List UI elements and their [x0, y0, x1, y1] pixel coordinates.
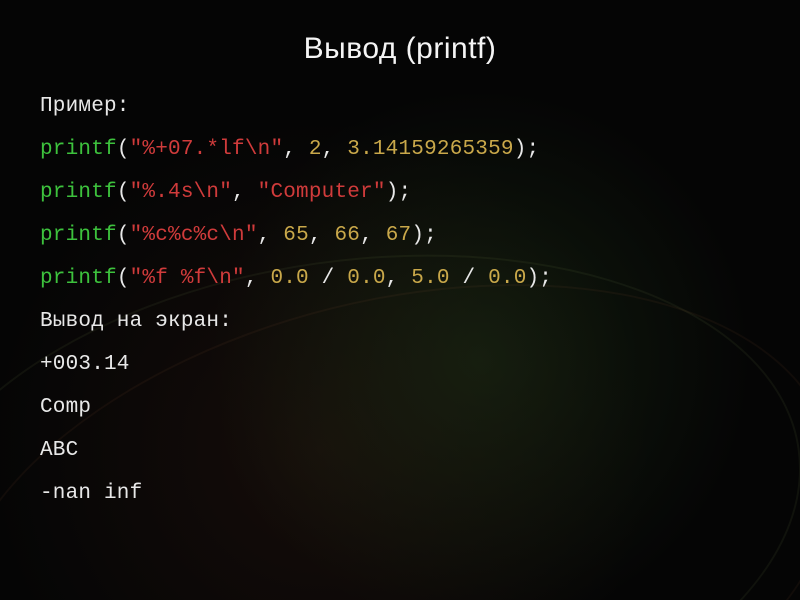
arg-string: "Computer" — [258, 181, 386, 204]
arg-number: 67 — [386, 224, 412, 247]
paren-open: ( — [117, 224, 130, 247]
arg-number: 2 — [309, 138, 322, 161]
separator: , — [232, 181, 258, 204]
separator: , — [386, 267, 412, 290]
separator: , — [258, 224, 284, 247]
separator: , — [322, 138, 348, 161]
separator: , — [283, 138, 309, 161]
operator-div: / — [450, 267, 488, 290]
arg-number: 5.0 — [411, 267, 449, 290]
paren-close: ); — [411, 224, 437, 247]
paren-open: ( — [117, 267, 130, 290]
paren-close: ); — [386, 181, 412, 204]
output-line-4: -nan inf — [40, 483, 760, 504]
fn-printf: printf — [40, 181, 117, 204]
paren-close: ); — [527, 267, 553, 290]
arg-number: 0.0 — [488, 267, 526, 290]
output-line-3: ABC — [40, 440, 760, 461]
code-line-4: printf("%f %f\n", 0.0 / 0.0, 5.0 / 0.0); — [40, 268, 760, 289]
separator: , — [245, 267, 271, 290]
format-string: "%c%c%c\n" — [130, 224, 258, 247]
example-label: Пример: — [40, 96, 760, 117]
paren-open: ( — [117, 138, 130, 161]
arg-number: 3.14159265359 — [347, 138, 513, 161]
format-string: "%+07.*lf\n" — [130, 138, 284, 161]
slide-title: Вывод (printf) — [0, 0, 800, 96]
slide-content: Пример: printf("%+07.*lf\n", 2, 3.141592… — [0, 96, 800, 504]
operator-div: / — [309, 267, 347, 290]
paren-close: ); — [514, 138, 540, 161]
output-line-2: Comp — [40, 397, 760, 418]
slide: Вывод (printf) Пример: printf("%+07.*lf\… — [0, 0, 800, 600]
format-string: "%f %f\n" — [130, 267, 245, 290]
code-line-2: printf("%.4s\n", "Computer"); — [40, 182, 760, 203]
code-line-1: printf("%+07.*lf\n", 2, 3.14159265359); — [40, 139, 760, 160]
separator: , — [309, 224, 335, 247]
separator: , — [360, 224, 386, 247]
output-line-1: +003.14 — [40, 354, 760, 375]
fn-printf: printf — [40, 267, 117, 290]
fn-printf: printf — [40, 224, 117, 247]
format-string: "%.4s\n" — [130, 181, 232, 204]
arg-number: 0.0 — [347, 267, 385, 290]
arg-number: 66 — [334, 224, 360, 247]
output-label: Вывод на экран: — [40, 311, 760, 332]
code-line-3: printf("%c%c%c\n", 65, 66, 67); — [40, 225, 760, 246]
fn-printf: printf — [40, 138, 117, 161]
arg-number: 65 — [283, 224, 309, 247]
paren-open: ( — [117, 181, 130, 204]
arg-number: 0.0 — [270, 267, 308, 290]
